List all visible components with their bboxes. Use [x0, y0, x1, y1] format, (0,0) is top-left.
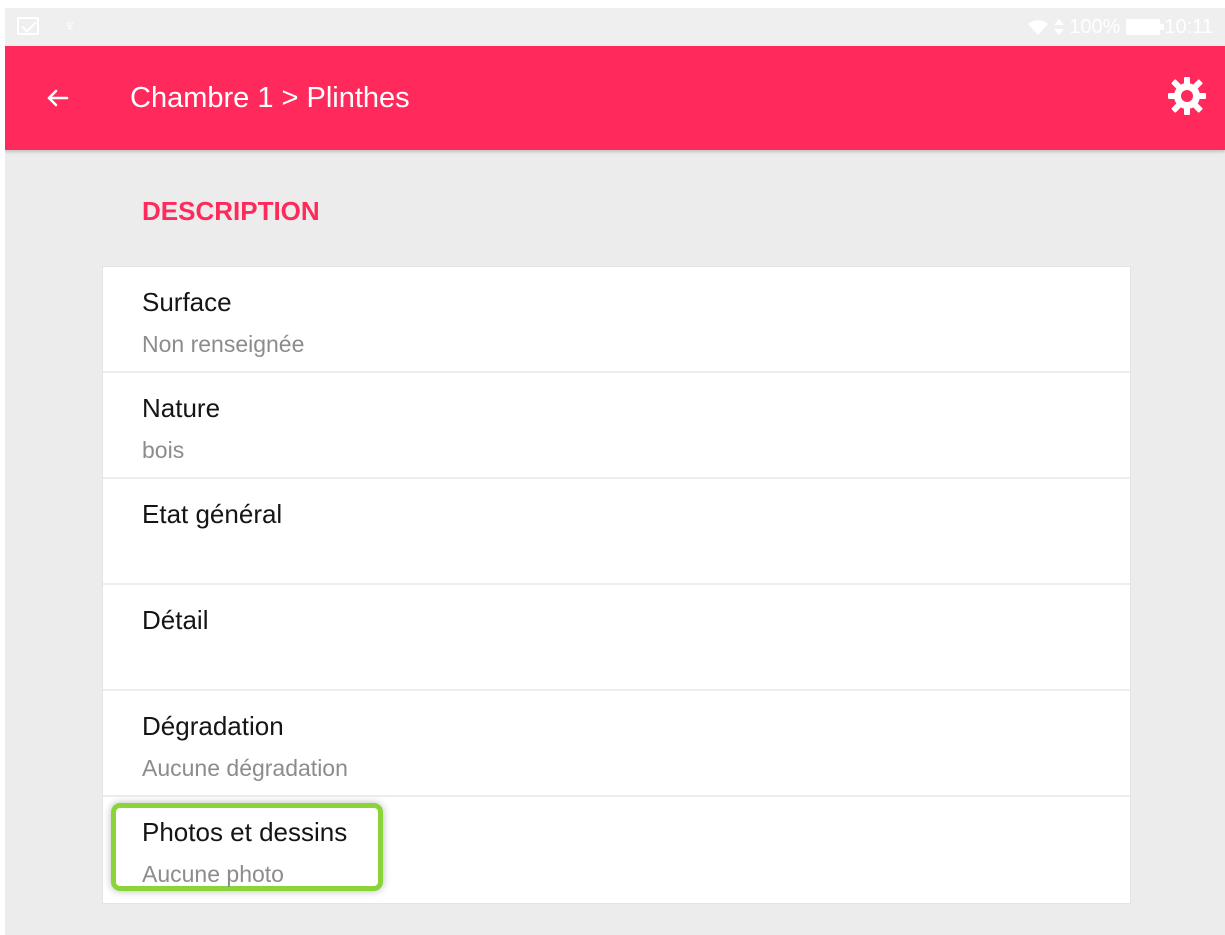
battery-icon: [1126, 19, 1165, 35]
description-list: Surface Non renseignée Nature bois Etat …: [103, 267, 1130, 903]
list-item-surface[interactable]: Surface Non renseignée: [103, 267, 1130, 373]
status-indicators: 100% 10:11: [1027, 16, 1213, 38]
list-item-label: Détail: [142, 605, 209, 635]
page-title: Chambre 1 > Plinthes: [130, 82, 410, 114]
gear-icon: [1168, 77, 1206, 115]
settings-button[interactable]: [1163, 72, 1211, 120]
data-arrows-icon: [1053, 18, 1065, 36]
list-item-label: Nature: [142, 393, 221, 423]
list-item-label: Photos et dessins: [142, 817, 348, 847]
list-item-label: Surface: [142, 287, 232, 317]
balance-icon: ♆: [63, 16, 77, 36]
back-arrow-icon: [47, 89, 69, 107]
list-item-value: Aucune photo: [142, 861, 284, 887]
device-screen: ♆ 100% 10:11 Chambre 1 > Plinthes DESCRI…: [5, 8, 1225, 935]
app-bar: Chambre 1 > Plinthes: [5, 46, 1225, 150]
list-item-value: Aucune dégradation: [142, 755, 348, 781]
list-item-nature[interactable]: Nature bois: [103, 373, 1130, 479]
list-item-label: Dégradation: [142, 711, 284, 741]
list-item-etat-general[interactable]: Etat général: [103, 479, 1130, 585]
list-item-label: Etat général: [142, 499, 283, 529]
status-time: 10:11: [1164, 16, 1213, 38]
mail-icon: [17, 17, 39, 35]
battery-percent: 100%: [1069, 16, 1121, 38]
list-item-value: Non renseignée: [142, 331, 305, 357]
list-item-photos-dessins[interactable]: Photos et dessins Aucune photo: [103, 797, 1130, 903]
list-item-value: bois: [142, 437, 185, 463]
wifi-icon: [1027, 18, 1049, 36]
back-button[interactable]: [33, 74, 81, 122]
list-item-degradation[interactable]: Dégradation Aucune dégradation: [103, 691, 1130, 797]
section-title-description: DESCRIPTION: [142, 196, 320, 226]
status-bar: ♆ 100% 10:11: [5, 8, 1225, 46]
list-item-detail[interactable]: Détail: [103, 585, 1130, 691]
